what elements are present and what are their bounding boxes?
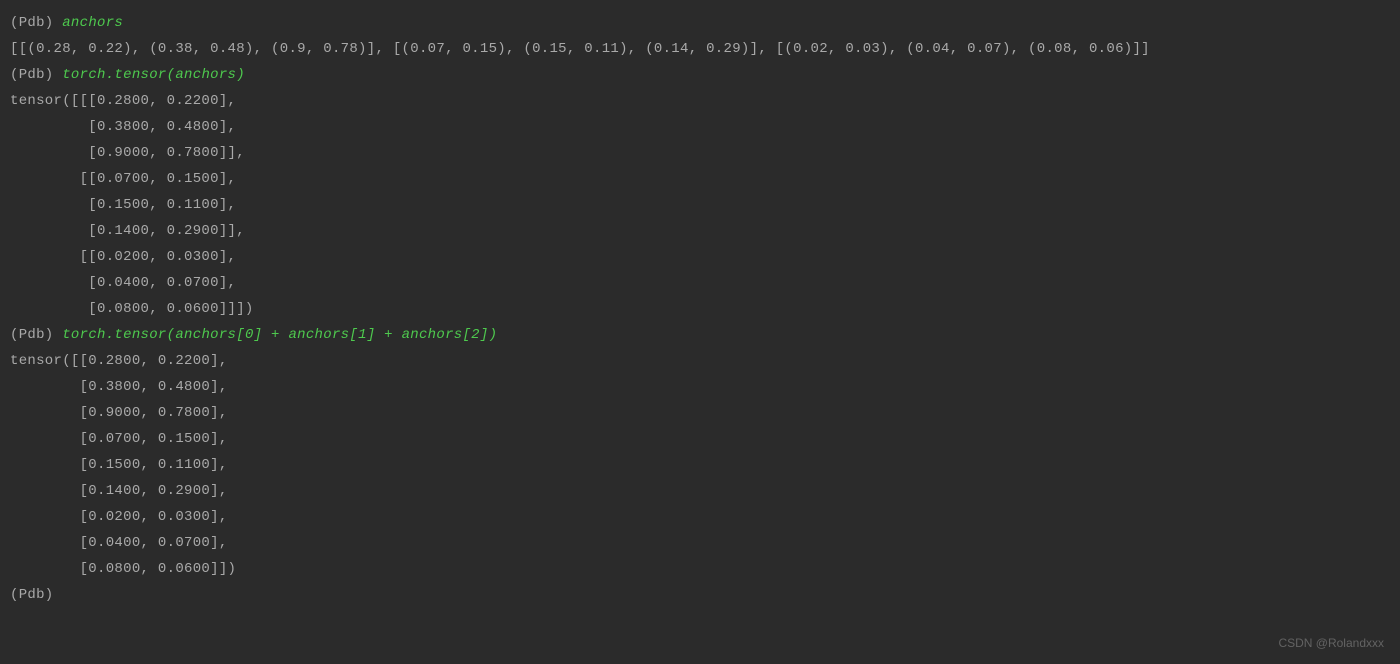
watermark: CSDN @Rolandxxx [1278,630,1384,656]
output-line: [0.3800, 0.4800], [10,374,1390,400]
output-line: [0.0200, 0.0300], [10,504,1390,530]
output-line: [0.1400, 0.2900], [10,478,1390,504]
output-line: tensor([[0.2800, 0.2200], [10,348,1390,374]
output-line: [0.9000, 0.7800]], [10,140,1390,166]
pdb-prompt: (Pdb) [10,327,62,343]
output-line: [0.3800, 0.4800], [10,114,1390,140]
output-line: [[0.0200, 0.0300], [10,244,1390,270]
output-line: [0.1400, 0.2900]], [10,218,1390,244]
pdb-prompt-line[interactable]: (Pdb) torch.tensor(anchors) [10,62,1390,88]
pdb-prompt-line[interactable]: (Pdb) torch.tensor(anchors[0] + anchors[… [10,322,1390,348]
pdb-prompt-line[interactable]: (Pdb) anchors [10,10,1390,36]
output-line: [0.0700, 0.1500], [10,426,1390,452]
output-line: [[0.0700, 0.1500], [10,166,1390,192]
pdb-command: torch.tensor(anchors[0] + anchors[1] + a… [62,327,497,343]
pdb-prompt: (Pdb) [10,67,62,83]
output-line: tensor([[[0.2800, 0.2200], [10,88,1390,114]
pdb-prompt: (Pdb) [10,15,62,31]
pdb-prompt-line[interactable]: (Pdb) [10,582,1390,608]
pdb-prompt: (Pdb) [10,587,62,603]
output-line: [0.1500, 0.1100], [10,192,1390,218]
terminal-output: (Pdb) anchors[[(0.28, 0.22), (0.38, 0.48… [10,10,1390,608]
pdb-command: torch.tensor(anchors) [62,67,245,83]
output-line: [0.0800, 0.0600]]) [10,556,1390,582]
output-line: [0.0800, 0.0600]]]) [10,296,1390,322]
pdb-command: anchors [62,15,123,31]
output-line: [0.9000, 0.7800], [10,400,1390,426]
output-line: [0.0400, 0.0700], [10,270,1390,296]
output-line: [[(0.28, 0.22), (0.38, 0.48), (0.9, 0.78… [10,36,1390,62]
output-line: [0.0400, 0.0700], [10,530,1390,556]
output-line: [0.1500, 0.1100], [10,452,1390,478]
